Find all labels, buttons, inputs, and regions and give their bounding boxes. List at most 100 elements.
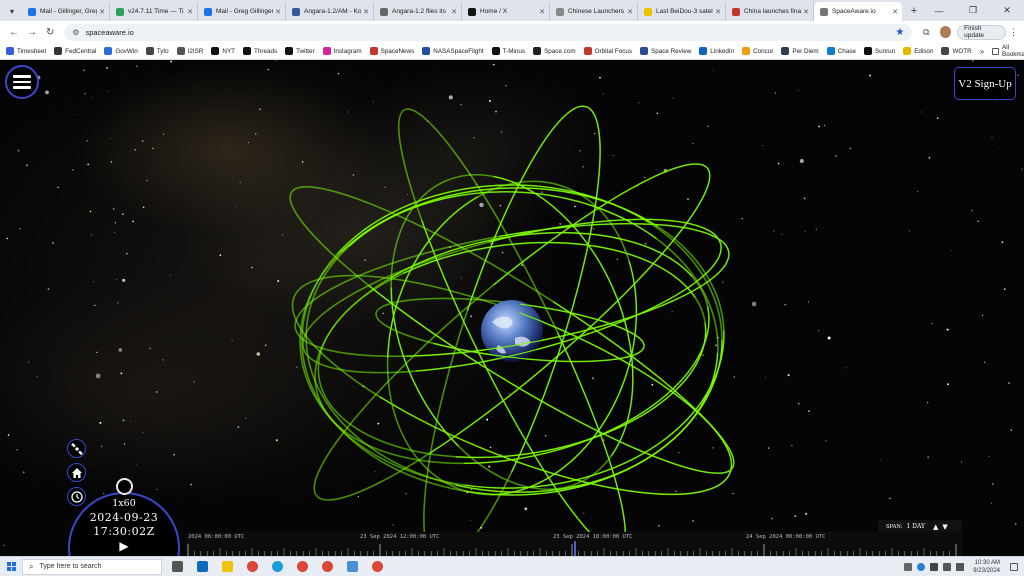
bookmark-item[interactable]: Space Review (640, 47, 691, 55)
minimize-icon[interactable]: — (922, 0, 956, 21)
back-icon[interactable]: ← (6, 23, 22, 41)
all-bookmarks-button[interactable]: All Bookmarks (992, 44, 1024, 58)
span-decrease-icon[interactable]: ▼ (942, 523, 947, 531)
extensions-icon[interactable]: ⧉ (918, 23, 934, 41)
tab-favicon (116, 7, 124, 16)
tab-search-icon[interactable]: ▾ (4, 3, 20, 19)
tab-close-icon[interactable]: ✕ (451, 8, 457, 16)
tab-close-icon[interactable]: ✕ (803, 8, 809, 16)
tab-close-icon[interactable]: ✕ (627, 8, 633, 16)
tab-close-icon[interactable]: ✕ (715, 8, 721, 16)
bookmark-favicon (941, 47, 950, 55)
bookmark-item[interactable]: I2ISR (176, 47, 203, 55)
bookmark-item[interactable]: Per Diem (781, 47, 819, 55)
browser-tab[interactable]: Chinese Launchers ✕ (550, 2, 638, 21)
taskbar-date: 9/23/2024 (973, 567, 1000, 574)
browser-tab[interactable]: v24.7.11 Time — Ti ✕ (110, 2, 198, 21)
bookmark-item[interactable]: GovWin (104, 47, 138, 55)
chrome-icon[interactable] (242, 557, 262, 576)
bookmark-item[interactable]: Twitter (285, 47, 315, 55)
weather-icon[interactable] (917, 562, 926, 571)
tab-close-icon[interactable]: ✕ (363, 8, 369, 16)
file-explorer-icon[interactable] (217, 557, 237, 576)
bookmark-item[interactable]: Edison (903, 47, 933, 55)
tab-close-icon[interactable]: ✕ (892, 8, 898, 16)
bookmark-item[interactable]: Space.com (533, 47, 576, 55)
play-button[interactable]: ▶ (117, 539, 131, 553)
notepad-icon[interactable] (342, 557, 362, 576)
bookmark-item[interactable]: Instagram (322, 47, 362, 55)
maximize-icon[interactable]: ❐ (956, 0, 990, 21)
browser-tab[interactable]: China launches fina ✕ (726, 2, 814, 21)
bookmark-item[interactable]: Tyto (145, 47, 169, 55)
tab-close-icon[interactable]: ✕ (539, 8, 545, 16)
chrome-icon-4[interactable] (367, 557, 387, 576)
notification-icon[interactable] (1010, 562, 1018, 571)
keyboard-icon[interactable] (904, 562, 913, 571)
bookmark-item[interactable]: SpaceNews (369, 47, 414, 55)
system-tray: 10:30 AM 9/23/2024 (904, 559, 1024, 575)
finish-update-button[interactable]: Finish update (957, 24, 1006, 40)
bookmark-item[interactable]: NASASpaceFlight (422, 47, 484, 55)
tab-close-icon[interactable]: ✕ (99, 8, 105, 16)
tab-favicon (644, 7, 652, 16)
orbit-visualization[interactable] (0, 60, 1024, 556)
timeline-current-marker[interactable] (574, 541, 576, 556)
bookmark-item[interactable]: Chase (826, 47, 856, 55)
earth[interactable] (481, 300, 543, 362)
v2-signup-button[interactable]: V2 Sign-Up (954, 67, 1016, 100)
bookmark-item[interactable]: Concur (742, 47, 773, 55)
browser-tab[interactable]: Mail - Greg Gillinger ✕ (198, 2, 286, 21)
satellite-button[interactable] (67, 439, 86, 458)
browser-tab[interactable]: Angara-1.2/AM - Ko ✕ (286, 2, 374, 21)
bookmark-item[interactable]: LinkedIn (699, 47, 734, 55)
chevron-up-icon[interactable] (930, 562, 939, 571)
time-speed-knob[interactable] (116, 478, 133, 495)
bookmark-label: Space.com (544, 47, 576, 55)
bookmark-label: Threads (254, 47, 278, 55)
volume-icon[interactable] (956, 562, 965, 571)
browser-tab[interactable]: Mail - Gillinger, Greg ✕ (22, 2, 110, 21)
profile-avatar[interactable] (940, 26, 952, 38)
bookmark-favicon (781, 47, 790, 55)
edge-icon[interactable] (267, 557, 287, 576)
space-viewport[interactable]: V2 Sign-Up 1x60 2024-09-23 17:30:02Z ▶ S… (0, 60, 1024, 556)
bookmark-item[interactable]: T-Minus (491, 47, 525, 55)
close-window-icon[interactable]: ✕ (990, 0, 1024, 21)
tab-close-icon[interactable]: ✕ (275, 8, 281, 16)
browser-tab[interactable]: SpaceAware.io ✕ (814, 2, 902, 21)
chrome-icon-2[interactable] (292, 557, 312, 576)
app-glyph (296, 561, 308, 572)
tab-close-icon[interactable]: ✕ (187, 8, 193, 16)
bookmark-item[interactable]: Threads (243, 47, 277, 55)
outlook-icon[interactable] (192, 557, 212, 576)
timeline-bar[interactable]: 2024 06:00:00 UTC 23 Sep 2024 12:00:00 U… (186, 532, 962, 556)
network-icon[interactable] (943, 562, 952, 571)
more-bookmarks-icon[interactable]: » (980, 47, 984, 56)
bookmark-item[interactable]: Sunrun (863, 47, 895, 55)
bookmark-item[interactable]: Orbital Focus (583, 47, 632, 55)
reload-icon[interactable]: ↻ (42, 23, 58, 41)
browser-tab[interactable]: Last BeiDou-3 satel ✕ (638, 2, 726, 21)
forward-icon[interactable]: → (24, 23, 40, 41)
bookmark-star-icon[interactable]: ★ (895, 27, 904, 38)
windows-start-button[interactable] (0, 557, 22, 576)
chrome-icon-3[interactable] (317, 557, 337, 576)
bookmark-item[interactable]: FedCentral (54, 47, 96, 55)
home-button[interactable] (67, 463, 86, 482)
browser-menu-icon[interactable]: ⋮ (1009, 27, 1018, 38)
browser-tab[interactable]: Angara-1.2 flies its ✕ (374, 2, 462, 21)
bookmark-favicon (145, 47, 154, 55)
hamburger-menu-button[interactable] (5, 65, 39, 99)
bookmark-item[interactable]: Timesheet (6, 47, 46, 55)
taskbar-search[interactable]: ⌕ Type here to search (22, 558, 162, 575)
bookmark-item[interactable]: WOTR (941, 47, 972, 55)
bookmark-item[interactable]: NYT (211, 47, 235, 55)
taskbar-clock[interactable]: 10:30 AM 9/23/2024 (973, 559, 1000, 575)
new-tab-button[interactable]: + (906, 3, 922, 19)
site-info-icon[interactable]: ⚙ (72, 28, 79, 37)
address-bar[interactable]: ⚙ spaceaware.io ★ (64, 23, 913, 41)
browser-tab[interactable]: Home / X ✕ (462, 2, 550, 21)
task-view-icon[interactable] (167, 557, 187, 576)
span-increase-icon[interactable]: ▲ (933, 523, 938, 531)
